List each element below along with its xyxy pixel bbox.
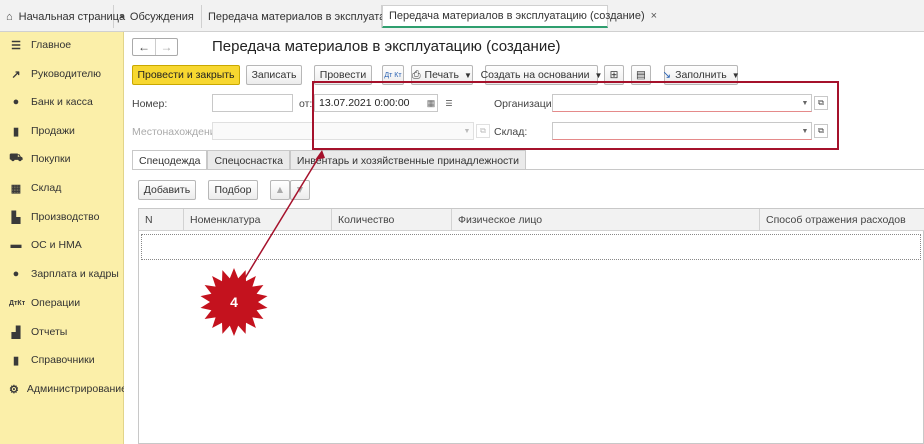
- move-up-icon[interactable]: ▲: [270, 180, 290, 200]
- add-button[interactable]: Добавить: [138, 180, 196, 200]
- sidebar-item-sales[interactable]: ▮ Продажи: [0, 121, 124, 141]
- chevron-down-icon: ▼: [594, 70, 603, 80]
- bag-icon: ▮: [12, 125, 20, 138]
- table-row[interactable]: [141, 234, 921, 260]
- truck-icon: ▬: [10, 239, 22, 251]
- sidebar-item-operations[interactable]: ДтКт Операции: [0, 293, 124, 313]
- tab-special-tools[interactable]: Спецоснастка: [207, 150, 290, 170]
- form-tabs: Спецодежда Спецоснастка Инвентарь и хозя…: [132, 150, 526, 170]
- column-quantity[interactable]: Количество: [332, 209, 452, 231]
- tab-inventory[interactable]: Инвентарь и хозяйственные принадлежности: [289, 150, 526, 170]
- coin-icon: ●: [12, 96, 20, 108]
- highlight-frame: [312, 81, 839, 150]
- person-icon: ●: [12, 268, 20, 280]
- sidebar: ☰ Главное ↗ Руководителю ● Банк и касса ▮ Пр…: [0, 32, 127, 444]
- save-button[interactable]: Записать: [246, 65, 302, 85]
- forward-arrow-icon[interactable]: →: [155, 39, 177, 55]
- tab-bar: ⌂ Начальная страница ▪ Обсуждения Переда…: [0, 0, 924, 32]
- trend-icon: ↗: [11, 68, 21, 81]
- navigation-buttons: ← →: [132, 38, 178, 56]
- dt-kt-icon: ДтКт: [9, 299, 26, 307]
- date-label: от:: [299, 98, 313, 110]
- tab-home[interactable]: ⌂ Начальная страница: [0, 5, 125, 28]
- book-icon: ▮: [12, 354, 20, 367]
- tab-divider: [132, 169, 924, 170]
- sidebar-item-bank[interactable]: ● Банк и касса: [0, 92, 124, 112]
- post-and-close-button[interactable]: Провести и закрыть: [132, 65, 240, 85]
- fill-arrow-icon: ↘: [662, 69, 672, 81]
- sidebar-item-fixed-assets[interactable]: ▬ ОС и НМА: [0, 235, 124, 255]
- page-title: Передача материалов в эксплуатацию (созд…: [212, 38, 561, 55]
- printer-icon: ⎙: [412, 68, 421, 81]
- warehouse-icon: ▦: [10, 182, 22, 195]
- close-icon[interactable]: ×: [651, 10, 657, 22]
- table-header: N Номенклатура Количество Физическое лиц…: [139, 209, 924, 231]
- items-table: N Номенклатура Количество Физическое лиц…: [138, 208, 924, 444]
- column-nomenclature[interactable]: Номенклатура: [184, 209, 332, 231]
- number-field[interactable]: [212, 94, 293, 112]
- menu-icon: ☰: [11, 39, 21, 52]
- sidebar-item-purchases[interactable]: ⛟ Покупки: [0, 149, 124, 169]
- tab-discussions[interactable]: ▪ Обсуждения: [114, 5, 202, 28]
- sidebar-item-manager[interactable]: ↗ Руководителю: [0, 64, 124, 84]
- column-person[interactable]: Физическое лицо: [452, 209, 760, 231]
- factory-icon: ▙: [11, 211, 21, 224]
- bar-chart-icon: ▟: [11, 326, 21, 339]
- sidebar-item-salary[interactable]: ● Зарплата и кадры: [0, 264, 124, 284]
- sidebar-item-administration[interactable]: ⚙ Администрирование: [0, 379, 127, 399]
- sidebar-item-production[interactable]: ▙ Производство: [0, 207, 124, 227]
- column-expense-method[interactable]: Способ отражения расходов: [760, 209, 924, 231]
- select-button[interactable]: Подбор: [208, 180, 258, 200]
- sidebar-item-warehouse[interactable]: ▦ Склад: [0, 178, 124, 198]
- sidebar-item-references[interactable]: ▮ Справочники: [0, 350, 124, 370]
- gear-icon: ⚙: [9, 383, 19, 396]
- location-label: Местонахождение:: [132, 126, 225, 138]
- move-down-icon[interactable]: ▼: [290, 180, 310, 200]
- tab-workwear[interactable]: Спецодежда: [132, 150, 208, 170]
- sidebar-item-main[interactable]: ☰ Главное: [0, 35, 124, 55]
- cart-icon: ⛟: [9, 152, 23, 164]
- chevron-down-icon: ▼: [463, 70, 472, 80]
- chevron-down-icon: ▼: [731, 70, 740, 80]
- tab-transfer-materials[interactable]: Передача материалов в эксплуатацию ×: [202, 5, 418, 28]
- discussion-icon: ▪: [120, 10, 124, 23]
- back-arrow-icon[interactable]: ←: [133, 39, 155, 55]
- tab-transfer-materials-create[interactable]: Передача материалов в эксплуатацию (созд…: [382, 5, 657, 28]
- number-label: Номер:: [132, 98, 168, 110]
- sidebar-item-reports[interactable]: ▟ Отчеты: [0, 322, 124, 342]
- home-icon: ⌂: [6, 10, 13, 23]
- column-number[interactable]: N: [139, 209, 184, 231]
